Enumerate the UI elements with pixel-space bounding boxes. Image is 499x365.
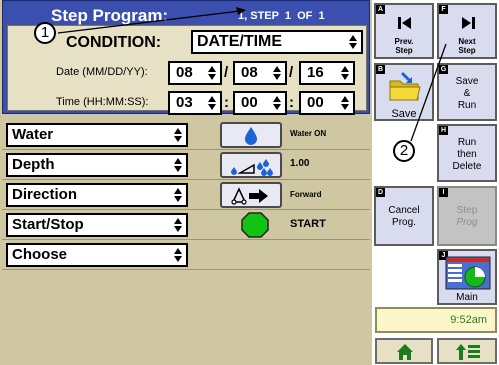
callout-1: 1 <box>34 22 56 44</box>
callout-lines <box>57 7 447 142</box>
callout-2: 2 <box>393 140 415 162</box>
